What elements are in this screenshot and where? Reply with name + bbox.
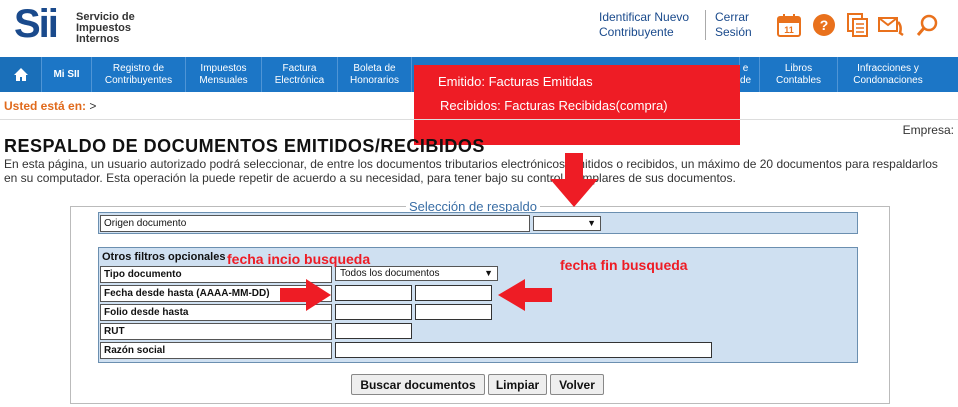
annotation-overlay-box: Emitido: Facturas Emitidas Recibidos: Fa… bbox=[414, 65, 740, 145]
nav-infracciones[interactable]: Infracciones y Condonaciones bbox=[838, 57, 938, 92]
filters-caption: Otros filtros opcionales bbox=[102, 251, 226, 263]
clear-button[interactable]: Limpiar bbox=[488, 374, 547, 395]
origen-label: Origen documento bbox=[100, 215, 530, 232]
header-separator bbox=[705, 10, 706, 40]
nav-boleta[interactable]: Boleta de Honorarios bbox=[338, 57, 412, 92]
razon-label: Razón social bbox=[100, 342, 332, 359]
nav-mi-sii[interactable]: Mi SII bbox=[42, 57, 92, 92]
chevron-down-icon: ▼ bbox=[484, 268, 493, 278]
origen-select[interactable]: ▼ bbox=[533, 216, 601, 231]
fecha-desde-input[interactable] bbox=[335, 285, 412, 301]
search-documents-button[interactable]: Buscar documentos bbox=[351, 374, 485, 395]
tipo-select[interactable]: Todos los documentos ▼ bbox=[335, 266, 498, 281]
overlay-line-emitido: Emitido: Facturas Emitidas bbox=[438, 74, 593, 89]
nav-partial-item[interactable]: e de bbox=[740, 57, 760, 92]
svg-text:?: ? bbox=[820, 17, 829, 33]
page-title: RESPALDO DE DOCUMENTOS EMITIDOS/RECIBIDO… bbox=[4, 136, 485, 156]
breadcrumb: Usted está en: > bbox=[4, 99, 97, 113]
page-description: En esta página, un usuario autorizado po… bbox=[4, 157, 938, 185]
annotation-end-date: fecha fin busqueda bbox=[560, 257, 688, 273]
identify-taxpayer-link[interactable]: Identificar Nuevo Contribuyente bbox=[599, 10, 689, 40]
empresa-label: Empresa: bbox=[902, 123, 954, 137]
home-icon bbox=[13, 68, 28, 81]
help-icon[interactable]: ? bbox=[811, 12, 837, 38]
logo-mark: Sii bbox=[14, 2, 59, 46]
rut-label: RUT bbox=[100, 323, 332, 340]
nav-libros[interactable]: Libros Contables bbox=[760, 57, 838, 92]
contact-icon[interactable] bbox=[878, 12, 904, 38]
nav-factura[interactable]: Factura Electrónica bbox=[262, 57, 338, 92]
annotation-start-date: fecha incio busqueda bbox=[227, 251, 371, 267]
folio-desde-input[interactable] bbox=[335, 304, 412, 320]
svg-text:11: 11 bbox=[784, 25, 794, 35]
fecha-hasta-input[interactable] bbox=[415, 285, 492, 301]
search-icon[interactable] bbox=[915, 12, 941, 38]
arrow-right-annotation bbox=[280, 279, 331, 311]
arrow-down-annotation bbox=[550, 153, 598, 207]
rut-input[interactable] bbox=[335, 323, 412, 339]
nav-impuestos[interactable]: Impuestos Mensuales bbox=[186, 57, 262, 92]
calendar-icon[interactable]: 11 bbox=[776, 12, 802, 38]
documents-icon[interactable] bbox=[845, 12, 871, 38]
sii-logo[interactable]: Sii Servicio de Impuestos Internos bbox=[14, 2, 144, 50]
back-button[interactable]: Volver bbox=[550, 374, 604, 395]
nav-registro[interactable]: Registro de Contribuyentes bbox=[92, 57, 186, 92]
arrow-left-annotation bbox=[498, 279, 552, 311]
folio-hasta-input[interactable] bbox=[415, 304, 492, 320]
chevron-down-icon: ▼ bbox=[587, 218, 596, 228]
logout-link[interactable]: Cerrar Sesión bbox=[715, 10, 752, 40]
site-header: Sii Servicio de Impuestos Internos Ident… bbox=[0, 0, 958, 57]
logo-text: Servicio de Impuestos Internos bbox=[76, 11, 135, 45]
razon-input[interactable] bbox=[335, 342, 712, 358]
nav-home[interactable] bbox=[0, 57, 42, 92]
divider bbox=[0, 119, 958, 120]
overlay-line-recibidos: Recibidos: Facturas Recibidas(compra) bbox=[440, 98, 668, 113]
